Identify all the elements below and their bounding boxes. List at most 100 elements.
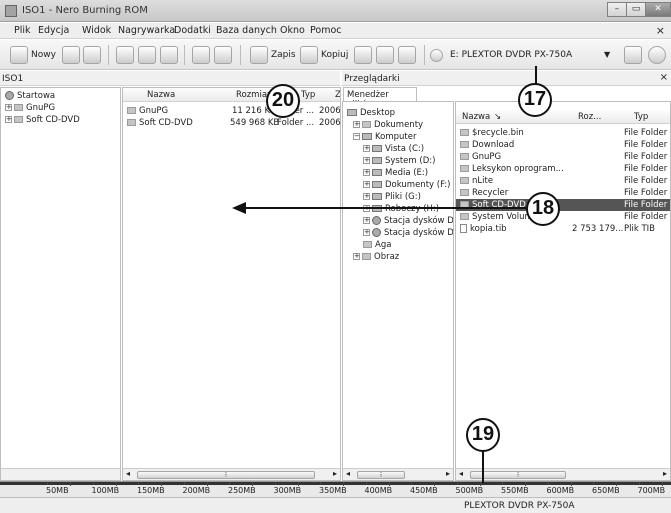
horizontal-scrollbar[interactable]	[1, 468, 120, 480]
list-item[interactable]: kopia.tib 2 753 179... Plik TIB	[456, 223, 670, 235]
scroll-right-icon[interactable]: ▸	[446, 469, 450, 478]
menu-okno[interactable]: Okno	[280, 25, 305, 36]
list-item[interactable]: Download File Folder	[456, 139, 670, 151]
ruler-label: 450MB	[410, 486, 438, 495]
horizontal-scrollbar[interactable]: ◂ ⁝ ▸	[456, 468, 670, 480]
expand-icon[interactable]: +	[363, 145, 370, 152]
tree-item-startowa[interactable]: Startowa	[5, 90, 55, 102]
horizontal-scrollbar[interactable]: ◂ ⁝ ▸	[343, 468, 453, 480]
copy-icon[interactable]	[138, 46, 156, 64]
compilation-file-list[interactable]: Nazwa Rozmiar Typ Z GnuPG 11 216 KB Fold…	[122, 87, 341, 481]
folder-icon	[460, 213, 469, 220]
column-type[interactable]: Typ	[301, 88, 315, 102]
tree-item-dvd-drive-1[interactable]: + Stacja dysków DV	[363, 215, 453, 227]
new-button-label[interactable]: Nowy	[31, 50, 56, 60]
expand-icon[interactable]: +	[363, 217, 370, 224]
expand-icon[interactable]: +	[5, 116, 12, 123]
menu-baza-danych[interactable]: Baza danych	[216, 25, 277, 36]
menu-pomoc[interactable]: Pomoc	[310, 25, 342, 36]
disc-info-icon[interactable]	[376, 46, 394, 64]
menu-plik[interactable]: Plik	[14, 25, 31, 36]
paste-icon[interactable]	[160, 46, 178, 64]
scroll-right-icon[interactable]: ▸	[333, 469, 337, 478]
copy-button-label[interactable]: Kopiuj	[321, 50, 348, 60]
list-item[interactable]: Recycler File Folder	[456, 187, 670, 199]
column-name[interactable]: Nazwa	[147, 88, 175, 102]
compilation-tree[interactable]: Startowa + GnuPG + Soft CD-DVD	[0, 87, 121, 481]
copy-disc-icon[interactable]	[300, 46, 318, 64]
expand-icon[interactable]: +	[353, 121, 360, 128]
list-item[interactable]: GnuPG 11 216 KB Folder ... 2006-	[127, 105, 340, 117]
list-item[interactable]: $recycle.bin File Folder	[456, 127, 670, 139]
collapse-icon[interactable]: −	[353, 133, 360, 140]
tools-icon[interactable]	[354, 46, 372, 64]
tree-item-gnupg[interactable]: + GnuPG	[5, 102, 55, 114]
tree-item-komputer[interactable]: − Komputer	[353, 131, 416, 143]
tree-item-soft-cd-dvd[interactable]: + Soft CD-DVD	[5, 114, 80, 126]
scroll-right-icon[interactable]: ▸	[663, 469, 667, 478]
expand-icon[interactable]: +	[363, 229, 370, 236]
explorer-tree[interactable]: Desktop + Dokumenty − Komputer + Vista (C:)…	[342, 101, 454, 481]
disc-eject-icon[interactable]	[398, 46, 416, 64]
menu-nagrywarka[interactable]: Nagrywarka	[118, 25, 175, 36]
burn-button-label[interactable]: Zapis	[271, 50, 296, 60]
menu-close-icon[interactable]: ×	[656, 24, 665, 37]
scroll-left-icon[interactable]: ◂	[126, 469, 130, 478]
drive-select[interactable]: E: PLEXTOR DVDR PX-750A	[446, 48, 606, 63]
column-size[interactable]: Roz...	[578, 110, 601, 124]
scroll-left-icon[interactable]: ◂	[346, 469, 350, 478]
expand-icon[interactable]: +	[363, 169, 370, 176]
scroll-left-icon[interactable]: ◂	[459, 469, 463, 478]
new-project-icon[interactable]	[10, 46, 28, 64]
scroll-thumb[interactable]: ⁝	[357, 471, 405, 479]
maximize-button[interactable]: ▭	[626, 2, 646, 17]
burn-icon[interactable]	[250, 46, 268, 64]
arrow-left-icon	[232, 202, 246, 214]
chevron-down-icon[interactable]: ▼	[604, 50, 610, 59]
list-item[interactable]: nLite File Folder	[456, 175, 670, 187]
list-item[interactable]: Leksykon oprogram... File Folder	[456, 163, 670, 175]
column-name[interactable]: Nazwa	[462, 110, 490, 124]
tree-item-desktop[interactable]: Desktop	[347, 107, 395, 119]
tree-item-aga[interactable]: Aga	[363, 239, 391, 251]
menu-dodatki[interactable]: Dodatki	[174, 25, 211, 36]
title-bar: ISO1 - Nero Burning ROM – ▭ ✕	[0, 0, 671, 22]
scroll-thumb[interactable]: ⁝	[137, 471, 315, 479]
list-item[interactable]: System Volume ... File Folder	[456, 211, 670, 223]
expand-icon[interactable]: +	[363, 157, 370, 164]
list-item[interactable]: GnuPG File Folder	[456, 151, 670, 163]
expand-icon[interactable]: +	[363, 193, 370, 200]
menu-edycja[interactable]: Edycja	[38, 25, 69, 36]
list-item[interactable]: Soft CD-DVD 549 968 KB Folder ... 2006-	[127, 117, 340, 129]
close-icon[interactable]: ×	[660, 72, 668, 83]
close-button[interactable]: ✕	[645, 2, 671, 17]
tree-item-media[interactable]: + Media (E:)	[363, 167, 428, 179]
ruler-tick	[547, 482, 549, 485]
tree-item-roboczy[interactable]: +Roboczy (H:)	[363, 203, 439, 215]
help-icon[interactable]	[648, 46, 666, 64]
save-icon[interactable]	[83, 46, 101, 64]
expand-icon[interactable]: +	[5, 104, 12, 111]
tree-item-vista[interactable]: + Vista (C:)	[363, 143, 424, 155]
expand-icon[interactable]: +	[363, 181, 370, 188]
properties-icon[interactable]	[192, 46, 210, 64]
horizontal-scrollbar[interactable]: ◂ ⁝ ▸	[123, 468, 340, 480]
drive-properties-icon[interactable]	[624, 46, 642, 64]
open-icon[interactable]	[62, 46, 80, 64]
tree-item-dvd-drive-2[interactable]: + Stacja dysków DV	[363, 227, 453, 239]
expand-icon[interactable]: +	[353, 253, 360, 260]
list-item[interactable]: Soft CD-DVD File Folder	[456, 199, 670, 211]
erase-icon[interactable]	[214, 46, 232, 64]
column-date[interactable]: Z	[335, 88, 340, 102]
tree-item-dokumenty[interactable]: + Dokumenty	[353, 119, 423, 131]
tree-item-dokumenty-f[interactable]: + Dokumenty (F:)	[363, 179, 450, 191]
cut-icon[interactable]	[116, 46, 134, 64]
tab-file-manager[interactable]: Menedżer plików	[343, 87, 417, 110]
column-type[interactable]: Typ	[634, 110, 648, 124]
menu-widok[interactable]: Widok	[82, 25, 111, 36]
tree-item-pliki[interactable]: + Pliki (G:)	[363, 191, 421, 203]
minimize-button[interactable]: –	[607, 2, 627, 17]
tree-item-system[interactable]: + System (D:)	[363, 155, 435, 167]
tree-item-obraz[interactable]: + Obraz	[353, 251, 399, 263]
scroll-thumb[interactable]: ⁝	[470, 471, 566, 479]
